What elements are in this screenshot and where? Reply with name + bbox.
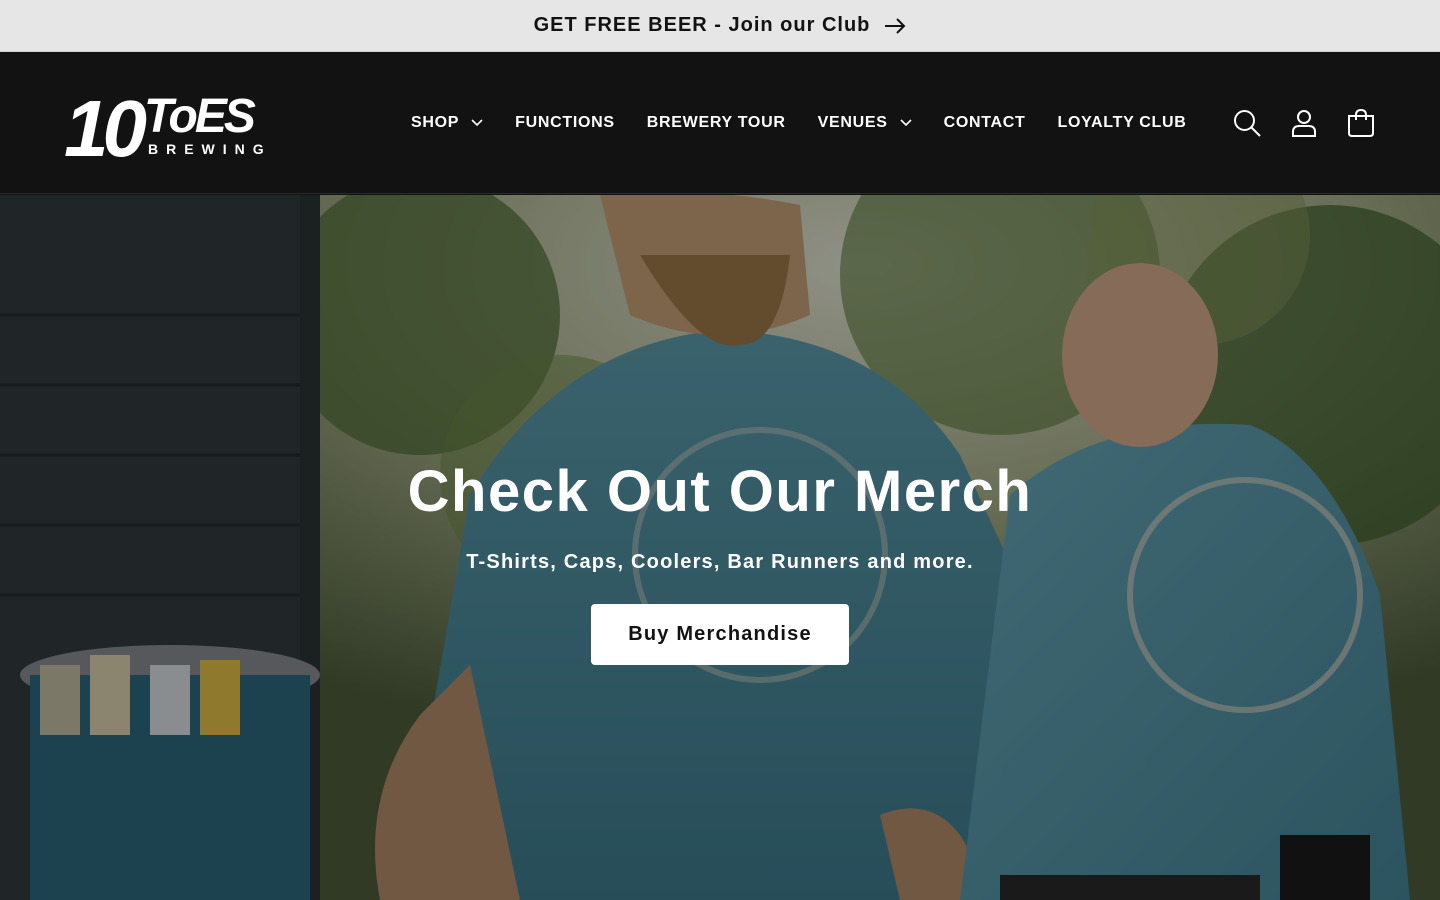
cart-icon [1348,108,1374,137]
nav-brewery-tour-label: BREWERY TOUR [646,114,786,131]
site-header: 10 ToES BREWING SHOP FUNCTIONS BREWERY T… [0,52,1440,194]
logo-graphic: 10 ToES BREWING [64,84,272,173]
hero-content: Check Out Our Merch T-Shirts, Caps, Cool… [0,457,1440,665]
svg-text:10: 10 [64,86,146,160]
nav-contact-label: CONTACT [943,114,1026,131]
main-navigation: SHOP FUNCTIONS BREWERY TOUR VENUES CONTA… [411,52,1219,194]
nav-functions[interactable]: FUNCTIONS [515,114,615,132]
hero-title: Check Out Our Merch [407,459,1033,524]
nav-functions-label: FUNCTIONS [515,114,615,131]
announcement-text: GET FREE BEER - Join our Club [533,14,871,36]
nav-loyalty-club[interactable]: LOYALTY CLUB [1058,114,1187,132]
nav-brewery-tour[interactable]: BREWERY TOUR [647,114,786,132]
chevron-down-icon [900,119,912,127]
chevron-down-icon [471,119,483,127]
buy-merchandise-button[interactable]: Buy Merchandise [591,604,849,665]
brand-logo[interactable]: 10 ToES BREWING [64,84,278,173]
nav-contact[interactable]: CONTACT [944,114,1026,132]
search-icon [1234,110,1261,137]
svg-text:ToES: ToES [144,90,256,143]
nav-shop[interactable]: SHOP [411,114,483,132]
nav-loyalty-club-label: LOYALTY CLUB [1057,114,1187,131]
header-icons [1232,52,1376,194]
nav-shop-label: SHOP [411,114,460,131]
announcement-link[interactable]: GET FREE BEER - Join our Club [534,14,907,37]
svg-text:BREWING: BREWING [148,141,272,157]
hero-banner: Check Out Our Merch T-Shirts, Caps, Cool… [0,195,1440,900]
arrow-right-icon [885,17,906,34]
nav-venues[interactable]: VENUES [818,114,912,132]
cart-button[interactable] [1346,108,1376,138]
announcement-bar: GET FREE BEER - Join our Club [0,0,1440,52]
search-button[interactable] [1232,108,1262,138]
nav-venues-label: VENUES [817,114,888,131]
account-icon [1292,110,1316,137]
hero-subtitle: T-Shirts, Caps, Coolers, Bar Runners and… [466,551,974,573]
account-button[interactable] [1289,108,1319,138]
